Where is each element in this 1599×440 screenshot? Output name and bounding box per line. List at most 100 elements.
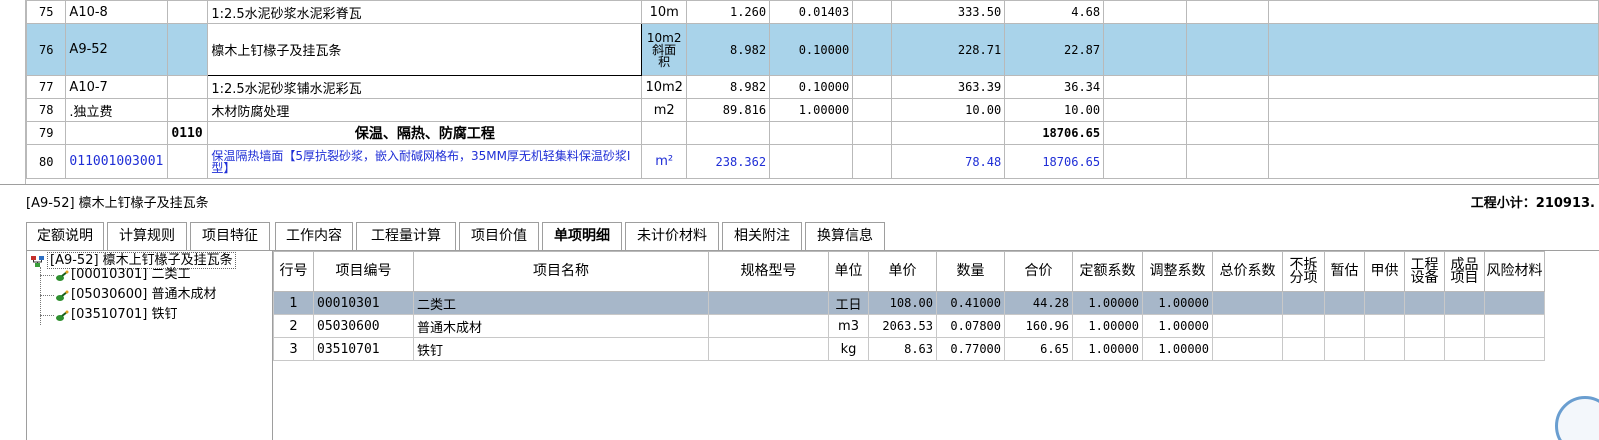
tab-single-detail[interactable]: 单项明细 [542,222,622,250]
section-code[interactable]: 0110 [167,121,209,145]
blank-cell[interactable] [1185,23,1270,76]
unit[interactable]: 10m [641,0,687,24]
col-header-risk-material[interactable]: 风险材料 [1484,251,1545,292]
col-header-provisional[interactable]: 暂估 [1324,251,1365,292]
resource-spec[interactable] [708,291,829,315]
blank-cell[interactable] [1212,291,1283,315]
item-name[interactable]: 木材防腐处理 [207,98,643,122]
resource-code[interactable]: 05030600 [313,314,414,338]
blank-cell[interactable] [1268,0,1599,24]
unit-price[interactable]: 228.71 [891,23,1006,76]
quantity[interactable]: 1.260 [685,0,771,24]
resource-total[interactable]: 44.28 [1004,291,1073,315]
blank-cell[interactable] [1185,75,1270,99]
col-header-row-number[interactable]: 行号 [273,251,314,292]
table-row[interactable]: 2 05030600 普通木成材 m3 2063.53 0.07800 160.… [273,314,1545,338]
blank-cell[interactable] [1364,291,1405,315]
blank-cell[interactable] [1324,314,1365,338]
blank-cell[interactable] [1282,337,1325,361]
table-row-selected[interactable]: 1 00010301 二类工 工日 108.00 0.41000 44.28 1… [273,291,1545,315]
table-row[interactable]: 77 A10-7 1:2.5水泥砂浆铺水泥彩瓦 10m2 8.982 0.100… [25,75,1599,99]
blank-cell[interactable] [1444,314,1485,338]
item-name-editor[interactable]: 檩木上钉椽子及挂瓦条 [207,23,643,76]
quantity[interactable] [685,121,771,145]
coefficient[interactable]: 0.10000 [769,23,854,76]
item-code[interactable]: A9-52 [65,23,169,76]
blank-cell[interactable] [1444,337,1485,361]
item-code[interactable]: A10-8 [65,0,169,24]
blank-cell[interactable] [852,121,893,145]
item-code[interactable]: A10-7 [65,75,169,99]
tab-quantity-calc[interactable]: 工程量计算 [356,222,456,250]
resource-price[interactable]: 108.00 [868,291,937,315]
blank-cell[interactable] [1268,23,1599,76]
quantity[interactable]: 8.982 [685,23,771,76]
blank-cell[interactable] [1268,98,1599,122]
tab-conversion-info[interactable]: 换算信息 [805,222,885,250]
tree-item[interactable]: [03510701] 铁钉 [55,305,177,325]
tab-item-features[interactable]: 项目特征 [190,222,270,250]
blank-cell[interactable] [1268,75,1599,99]
blank-cell[interactable] [1444,291,1485,315]
blank-cell[interactable] [1404,337,1445,361]
quantity[interactable]: 8.982 [685,75,771,99]
section-name[interactable]: 保温、隔热、防腐工程 [207,121,643,145]
adjust-coef[interactable]: 1.00000 [1142,314,1213,338]
section-code[interactable] [167,98,209,122]
blank-cell[interactable] [852,0,893,24]
quota-coef[interactable]: 1.00000 [1072,314,1143,338]
resource-qty[interactable]: 0.41000 [936,291,1005,315]
resource-name[interactable]: 普通木成材 [413,314,709,338]
blank-cell[interactable] [1103,121,1187,145]
col-header-quantity[interactable]: 数量 [936,251,1005,292]
resource-code[interactable]: 00010301 [313,291,414,315]
quota-coef[interactable]: 1.00000 [1072,337,1143,361]
coefficient[interactable] [769,121,854,145]
blank-cell[interactable] [852,98,893,122]
total-price[interactable]: 18706.65 [1004,121,1105,145]
blank-cell[interactable] [852,75,893,99]
resource-price[interactable]: 2063.53 [868,314,937,338]
col-header-unit-price[interactable]: 单价 [868,251,937,292]
blank-cell[interactable] [852,23,893,76]
tab-related-notes[interactable]: 相关附注 [722,222,802,250]
tab-work-content[interactable]: 工作内容 [275,222,353,250]
total-price[interactable]: 10.00 [1004,98,1105,122]
tab-unpriced-materials[interactable]: 未计价材料 [625,222,719,250]
resource-spec[interactable] [708,314,829,338]
item-name[interactable]: 保温隔热墙面【5厚抗裂砂浆，嵌入耐碱网格布，35MM厚无机轻集料保温砂浆Ⅰ型】 [207,144,643,179]
blank-cell[interactable] [1268,144,1599,179]
section-code[interactable] [167,144,209,179]
resource-total[interactable]: 6.65 [1004,337,1073,361]
unit-price[interactable]: 363.39 [891,75,1006,99]
unit[interactable] [641,121,687,145]
tab-item-value[interactable]: 项目价值 [459,222,539,250]
item-code[interactable]: .独立费 [65,98,169,122]
unit[interactable]: 10m2 斜面 积 [641,23,687,76]
blank-cell[interactable] [1364,314,1405,338]
resource-name[interactable]: 二类工 [413,291,709,315]
unit-price[interactable] [891,121,1006,145]
col-header-owner-supplied[interactable]: 甲供 [1364,251,1405,292]
blank-cell[interactable] [1364,337,1405,361]
total-price[interactable]: 22.87 [1004,23,1105,76]
blank-cell[interactable] [1103,98,1187,122]
section-code[interactable] [167,0,209,24]
col-header-spec[interactable]: 规格型号 [708,251,829,292]
blank-cell[interactable] [1185,0,1270,24]
col-header-name[interactable]: 项目名称 [413,251,709,292]
col-header-equipment[interactable]: 工程设备 [1404,251,1445,292]
quantity[interactable]: 89.816 [685,98,771,122]
table-row-selected[interactable]: 76 A9-52 檩木上钉椽子及挂瓦条 10m2 斜面 积 8.982 0.10… [25,23,1599,76]
blank-cell[interactable] [1282,291,1325,315]
quantity[interactable]: 238.362 [685,144,771,179]
blank-cell[interactable] [1212,337,1283,361]
table-row[interactable]: 78 .独立费 木材防腐处理 m2 89.816 1.00000 10.00 1… [25,98,1599,122]
section-code[interactable] [167,75,209,99]
blank-cell[interactable] [1282,314,1325,338]
section-header-row[interactable]: 79 0110 保温、隔热、防腐工程 18706.65 [25,121,1599,145]
blank-cell[interactable] [1185,98,1270,122]
coefficient[interactable]: 1.00000 [769,98,854,122]
unit-price[interactable]: 78.48 [891,144,1006,179]
blank-cell[interactable] [1404,291,1445,315]
